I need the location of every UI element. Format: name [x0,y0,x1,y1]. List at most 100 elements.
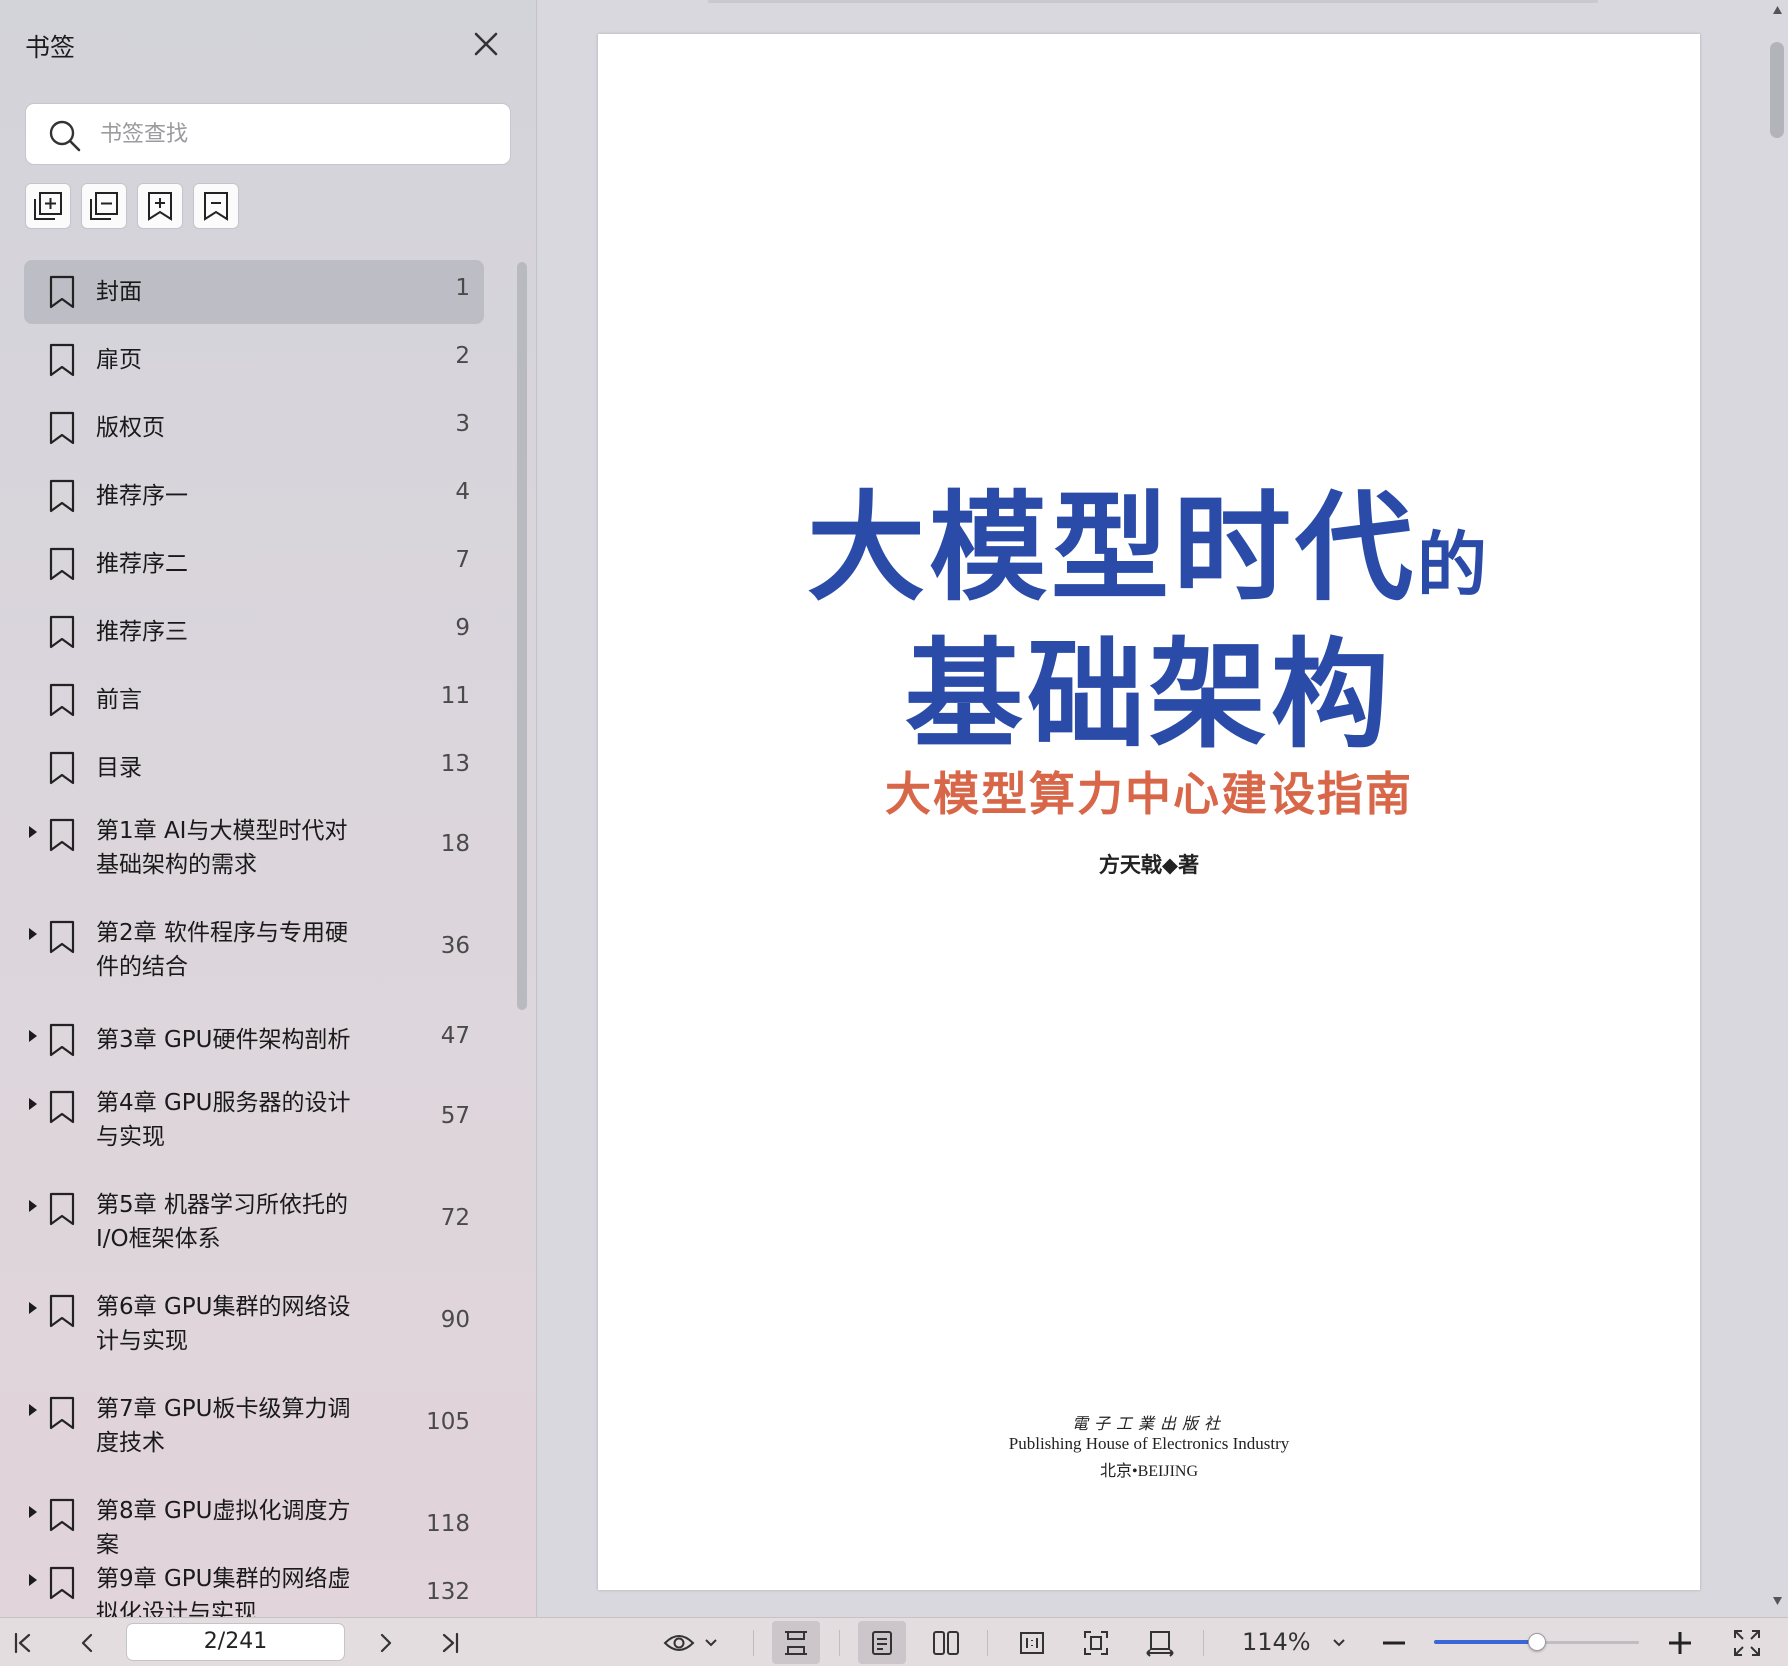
bookmark-icon [48,818,76,852]
bookmark-item[interactable]: 推荐序二 7 [24,532,484,596]
bookmark-label: 第6章 GPU集群的网络设计与实现 [96,1294,351,1354]
bookmark-item[interactable]: 第3章 GPU硬件架构剖析 47 [24,1008,484,1072]
bookmark-icon [48,1396,76,1430]
close-icon[interactable] [470,28,502,60]
bookmark-label: 目录 [96,755,142,781]
bookmark-icon [48,1023,76,1057]
bookmark-label: 第2章 软件程序与专用硬件的结合 [96,920,348,980]
page-number-field[interactable]: 2/241 [126,1623,345,1661]
continuous-scroll-icon[interactable] [772,1621,820,1664]
zoom-level[interactable]: 114% [1242,1628,1311,1656]
bookmark-page-number: 105 [426,1409,470,1435]
bookmark-search-input[interactable] [100,114,490,154]
book-title-line2: 基础架构 [904,626,1393,764]
last-page-icon[interactable] [433,1618,467,1666]
bookmark-page-number: 90 [440,1307,470,1333]
bookmark-page-number: 18 [440,831,470,857]
expand-arrow-icon[interactable] [29,1098,37,1110]
zoom-in-icon[interactable] [1664,1618,1696,1666]
bookmark-page-number: 9 [455,615,470,641]
next-page-icon[interactable] [369,1618,403,1666]
bookmark-item[interactable]: 封面 1 [24,260,484,324]
bookmark-icon [48,615,76,649]
bookmark-item[interactable]: 第5章 机器学习所依托的I/O框架体系 72 [24,1178,484,1268]
bookmark-icon [48,1090,76,1124]
bookmark-page-number: 11 [440,683,470,709]
bookmark-label: 第9章 GPU集群的网络虚拟化设计与实现 [96,1566,351,1617]
expand-arrow-icon[interactable] [29,1506,37,1518]
expand-arrow-icon[interactable] [29,928,37,940]
expand-arrow-icon[interactable] [29,826,37,838]
bookmark-search-box[interactable] [25,103,511,165]
remove-bookmark-icon[interactable] [193,183,239,229]
page-scrollbar-thumb[interactable] [1770,42,1784,138]
add-bookmark-icon[interactable] [137,183,183,229]
expand-arrow-icon[interactable] [29,1030,37,1042]
toolbar-separator [1203,1630,1204,1656]
expand-all-icon[interactable] [25,183,71,229]
fit-page-icon[interactable] [1072,1618,1120,1666]
bookmark-icon [48,343,76,377]
zoom-slider-fill [1434,1640,1537,1644]
bookmark-page-number: 57 [440,1103,470,1129]
bookmark-item[interactable]: 第6章 GPU集群的网络设计与实现 90 [24,1280,484,1370]
bookmark-item[interactable]: 前言 11 [24,668,484,732]
page-scrollbar[interactable] [1767,0,1788,1617]
single-page-icon[interactable] [858,1621,906,1664]
sidebar-title: 书签 [25,33,76,62]
previous-page-edge [708,0,1598,3]
two-page-icon[interactable] [922,1618,970,1666]
bookmark-item[interactable]: 第1章 AI与大模型时代对基础架构的需求 18 [24,804,484,894]
book-title-line1: 大模型时代的 [598,452,1700,623]
expand-arrow-icon[interactable] [29,1302,37,1314]
bookmark-label: 推荐序三 [96,619,188,645]
toolbar-separator [839,1630,840,1656]
bookmark-icon [48,1566,76,1600]
bookmark-item[interactable]: 第7章 GPU板卡级算力调度技术 105 [24,1382,484,1472]
bookmark-page-number: 47 [440,1023,470,1049]
bookmark-item[interactable]: 目录 13 [24,736,484,800]
bookmark-page-number: 36 [440,933,470,959]
publisher-name: Publishing House of Electronics Industry [1008,1434,1290,1453]
bookmark-item[interactable]: 第2章 软件程序与专用硬件的结合 36 [24,906,484,996]
toolbar-separator [753,1630,754,1656]
bookmark-item[interactable]: 扉页 2 [24,328,484,392]
bookmark-icon [48,1192,76,1226]
collapse-all-icon[interactable] [81,183,127,229]
expand-arrow-icon[interactable] [29,1200,37,1212]
expand-arrow-icon[interactable] [29,1404,37,1416]
sidebar-scrollbar[interactable] [517,262,527,1010]
expand-arrow-icon[interactable] [29,1574,37,1586]
first-page-icon[interactable] [6,1618,40,1666]
bookmark-item[interactable]: 推荐序三 9 [24,600,484,664]
bookmark-icon [48,547,76,581]
bookmark-item[interactable]: 第9章 GPU集群的网络虚拟化设计与实现 132 [24,1552,484,1617]
bookmark-item[interactable]: 推荐序一 4 [24,464,484,528]
search-icon [48,119,82,153]
zoom-dropdown-icon[interactable] [1326,1618,1352,1666]
toolbar-separator [987,1630,988,1656]
fit-width-icon[interactable] [1136,1618,1184,1666]
previous-page-icon[interactable] [70,1618,104,1666]
bookmark-page-number: 1 [455,275,470,301]
bookmark-label: 第7章 GPU板卡级算力调度技术 [96,1396,351,1456]
zoom-out-icon[interactable] [1378,1618,1410,1666]
zoom-slider-thumb[interactable] [1527,1633,1546,1651]
bookmark-page-number: 118 [426,1511,470,1537]
bookmark-icon [48,1294,76,1328]
bookmark-page-number: 13 [440,751,470,777]
bookmark-label: 第3章 GPU硬件架构剖析 [96,1027,351,1053]
publisher-city: 北京•BEIJING [1099,1463,1199,1480]
bookmark-label: 第5章 机器学习所依托的I/O框架体系 [96,1192,348,1252]
bookmark-page-number: 7 [455,547,470,573]
view-mode-eye-icon[interactable] [662,1618,722,1666]
fullscreen-icon[interactable] [1728,1618,1766,1666]
bookmark-label: 前言 [96,687,142,713]
bookmark-sidebar: 书签 封面 1 扉页 2 版权页 3 推荐序一 4 推荐序二 7 推荐序三 9 前言 11 目录 13 第1章 … [0,0,537,1617]
bookmark-label: 扉页 [96,347,142,373]
actual-size-icon[interactable] [1008,1618,1056,1666]
bookmark-item[interactable]: 版权页 3 [24,396,484,460]
bookmark-icon [48,411,76,445]
bookmark-page-number: 72 [440,1205,470,1231]
bookmark-item[interactable]: 第4章 GPU服务器的设计与实现 57 [24,1076,484,1166]
